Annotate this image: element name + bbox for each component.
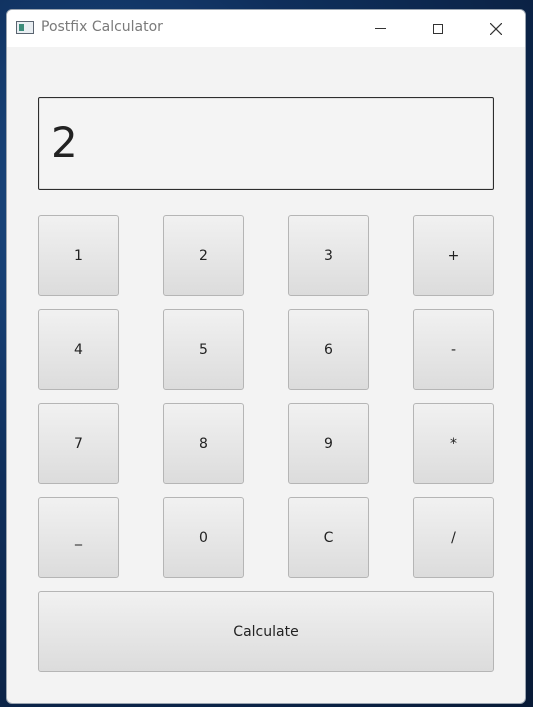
key-minus[interactable]: - <box>413 309 494 390</box>
key-1[interactable]: 1 <box>38 215 119 296</box>
key-divide[interactable]: / <box>413 497 494 578</box>
key-6[interactable]: 6 <box>288 309 369 390</box>
calculator-window: Postfix Calculator 2 1 2 3 + 4 5 6 - 7 8… <box>6 9 526 704</box>
key-multiply[interactable]: * <box>413 403 494 484</box>
key-9[interactable]: 9 <box>288 403 369 484</box>
key-clear[interactable]: C <box>288 497 369 578</box>
key-plus[interactable]: + <box>413 215 494 296</box>
key-0[interactable]: 0 <box>163 497 244 578</box>
key-3[interactable]: 3 <box>288 215 369 296</box>
calculate-button[interactable]: Calculate <box>38 591 494 672</box>
key-space[interactable]: _ <box>38 497 119 578</box>
key-8[interactable]: 8 <box>163 403 244 484</box>
key-7[interactable]: 7 <box>38 403 119 484</box>
key-5[interactable]: 5 <box>163 309 244 390</box>
key-2[interactable]: 2 <box>163 215 244 296</box>
key-4[interactable]: 4 <box>38 309 119 390</box>
